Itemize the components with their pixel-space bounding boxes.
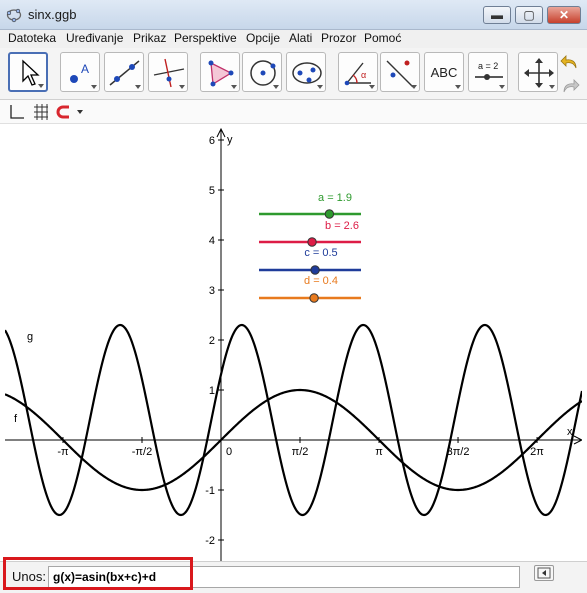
minimize-button[interactable]: ▬ bbox=[483, 6, 511, 24]
input-bar: Unos: bbox=[0, 561, 587, 593]
point-tool[interactable]: A bbox=[60, 52, 100, 92]
slider-knob[interactable] bbox=[310, 265, 320, 275]
y-tick-label: 4 bbox=[209, 235, 215, 247]
x-tick-label: 0 bbox=[226, 446, 232, 458]
x-tick-label: 3π/2 bbox=[447, 446, 470, 458]
polygon-tool[interactable] bbox=[200, 52, 240, 92]
input-help-arrow-icon bbox=[537, 567, 551, 579]
axes-toggle-icon[interactable] bbox=[8, 103, 26, 121]
text-tool[interactable]: ABC bbox=[424, 52, 464, 92]
y-tick-label: 5 bbox=[209, 185, 215, 197]
style-bar bbox=[0, 100, 587, 124]
x-tick-label: π/2 bbox=[292, 446, 309, 458]
dropdown-arrow-icon[interactable] bbox=[73, 103, 91, 121]
graphics-canvas[interactable]: yx654321-1-2-π -π/2 0 π/2 π 3π/2 2πgfa = 1.9b … bbox=[5, 125, 582, 561]
function-f-label: f bbox=[14, 413, 18, 425]
menu-uredivanje[interactable]: Uređivanje bbox=[66, 31, 123, 45]
y-tick-label: 6 bbox=[209, 135, 215, 147]
maximize-button[interactable]: ▢ bbox=[515, 6, 543, 24]
slider-knob[interactable] bbox=[324, 209, 335, 219]
input-help-button[interactable] bbox=[534, 565, 554, 581]
y-tick-label: -2 bbox=[205, 535, 215, 547]
title-bar: sinx.ggb ▬ ▢ ✕ bbox=[0, 0, 587, 30]
x-tick-label: -π/2 bbox=[132, 446, 152, 458]
slider-knob[interactable] bbox=[309, 293, 319, 303]
menu-prikaz[interactable]: Prikaz bbox=[133, 31, 166, 45]
x-tick-label: 2π bbox=[530, 446, 544, 458]
perpendicular-line-tool[interactable] bbox=[148, 52, 188, 92]
slider-label: b = 2.6 bbox=[325, 220, 359, 232]
move-tool[interactable] bbox=[8, 52, 48, 92]
menu-perspektive[interactable]: Perspektive bbox=[174, 31, 237, 45]
geogebra-app-icon bbox=[6, 8, 22, 23]
svg-text:A: A bbox=[81, 62, 89, 76]
y-tick-label: 3 bbox=[209, 285, 215, 297]
function-g-label: g bbox=[27, 331, 33, 343]
menu-prozor[interactable]: Prozor bbox=[321, 31, 356, 45]
menu-datoteka[interactable]: Datoteka bbox=[8, 31, 56, 45]
slider-knob[interactable] bbox=[307, 237, 317, 247]
grid-toggle-icon[interactable] bbox=[32, 103, 50, 121]
undo-icon[interactable] bbox=[560, 52, 580, 72]
function-g-curve bbox=[5, 323, 582, 517]
point-capturing-magnet-icon[interactable] bbox=[56, 103, 74, 121]
conic-tool[interactable] bbox=[286, 52, 326, 92]
close-button[interactable]: ✕ bbox=[547, 6, 581, 24]
menu-opcije[interactable]: Opcije bbox=[246, 31, 280, 45]
toolbar: A α ABC a = 2 bbox=[0, 48, 587, 100]
arrow-cursor-icon bbox=[22, 59, 40, 86]
slider-label: c = 0.5 bbox=[304, 247, 337, 259]
window-title: sinx.ggb bbox=[28, 7, 77, 22]
menu-pomoc[interactable]: Pomoć bbox=[364, 31, 401, 45]
slider-tool[interactable]: a = 2 bbox=[468, 52, 508, 92]
slider-tool-label: a = 2 bbox=[478, 61, 498, 71]
text-tool-label: ABC bbox=[430, 65, 458, 80]
graphics-view[interactable]: y x 6 5 4 3 2 1 -1 -2 -π -π/2 0 π/2 π 3π/2 2π g f a = 1.9 b … bbox=[5, 125, 582, 561]
x-tick-label: -π bbox=[57, 446, 69, 458]
slider-label: a = 1.9 bbox=[318, 192, 352, 204]
angle-tool[interactable]: α bbox=[338, 52, 378, 92]
menu-alati[interactable]: Alati bbox=[289, 31, 312, 45]
input-field[interactable] bbox=[48, 566, 520, 588]
y-tick-label: -1 bbox=[205, 485, 215, 497]
line-tool[interactable] bbox=[104, 52, 144, 92]
y-tick-label: 1 bbox=[209, 385, 215, 397]
circle-tool[interactable] bbox=[242, 52, 282, 92]
input-label: Unos: bbox=[12, 569, 46, 584]
move-graphics-tool[interactable] bbox=[518, 52, 558, 92]
svg-text:α: α bbox=[361, 70, 366, 80]
y-tick-label: 2 bbox=[209, 335, 215, 347]
slider-label: d = 0.4 bbox=[304, 275, 338, 287]
y-axis-label: y bbox=[227, 134, 233, 146]
reflect-tool[interactable] bbox=[380, 52, 420, 92]
menu-bar: Datoteka Uređivanje Prikaz Perspektive O… bbox=[0, 30, 587, 48]
x-tick-label: π bbox=[375, 446, 383, 458]
redo-icon[interactable] bbox=[560, 76, 580, 96]
